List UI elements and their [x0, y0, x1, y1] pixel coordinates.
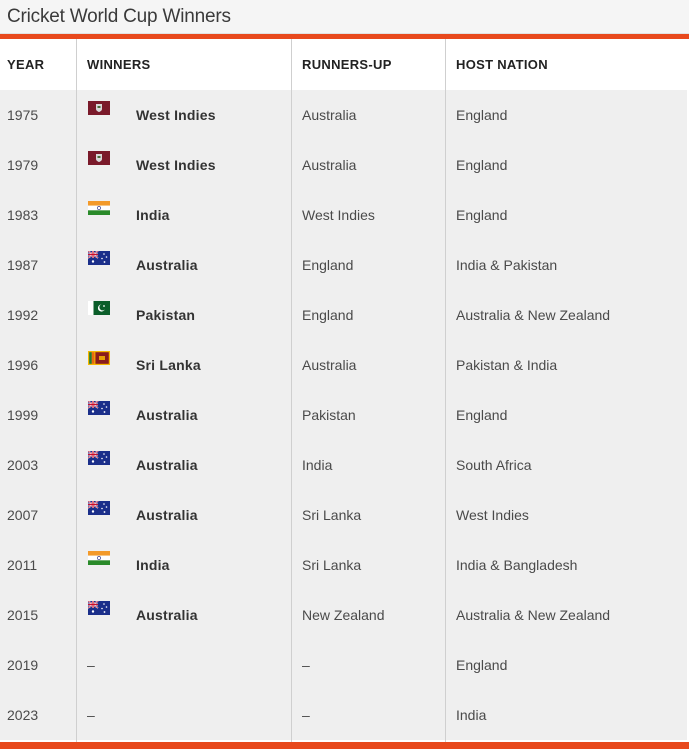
winner-cell: India: [136, 207, 170, 223]
winner-cell: –: [87, 657, 95, 673]
header-host-nation: HOST NATION: [456, 57, 548, 72]
runner-up-cell: England: [302, 257, 354, 273]
winner-cell: West Indies: [136, 107, 216, 123]
year-cell: 2023: [7, 707, 39, 723]
year-cell: 2019: [7, 657, 39, 673]
winner-cell: Australia: [136, 407, 198, 423]
australia-flag-icon: [88, 501, 110, 515]
table-row: 1983 India West Indies England: [0, 190, 687, 240]
table-row: 1987 Australia England India & Pakistan: [0, 240, 687, 290]
pakistan-flag-icon: [88, 301, 110, 315]
sri-lanka-flag-icon: [88, 351, 110, 365]
table-row: 2015 Australia New Zealand Australia & New …: [0, 590, 687, 640]
host-nation-cell: South Africa: [456, 457, 532, 473]
runner-up-cell: –: [302, 657, 310, 673]
winner-cell: Australia: [136, 507, 198, 523]
runner-up-cell: England: [302, 307, 354, 323]
year-cell: 1975: [7, 107, 39, 123]
column-divider: [445, 39, 446, 742]
table-header: YEAR WINNERS RUNNERS-UP HOST NATION: [0, 39, 687, 90]
runner-up-cell: New Zealand: [302, 607, 385, 623]
host-nation-cell: India & Pakistan: [456, 257, 558, 273]
table-row: 2007 Australia Sri Lanka West Indies: [0, 490, 687, 540]
australia-flag-icon: [88, 251, 110, 265]
runner-up-cell: Sri Lanka: [302, 507, 362, 523]
host-nation-cell: England: [456, 157, 508, 173]
year-cell: 2015: [7, 607, 39, 623]
host-nation-cell: England: [456, 107, 508, 123]
host-nation-cell: England: [456, 207, 508, 223]
table-row: 2019 – – England: [0, 640, 687, 690]
india-flag-icon: [88, 551, 110, 565]
winner-cell: India: [136, 557, 170, 573]
header-winners: WINNERS: [87, 57, 151, 72]
host-nation-cell: England: [456, 657, 508, 673]
west-indies-flag-icon: [88, 151, 110, 165]
table-row: 2023 – – India: [0, 690, 687, 740]
year-cell: 1996: [7, 357, 39, 373]
year-cell: 2003: [7, 457, 39, 473]
column-divider: [291, 39, 292, 742]
winner-cell: Pakistan: [136, 307, 196, 323]
runner-up-cell: India: [302, 457, 333, 473]
year-cell: 1983: [7, 207, 39, 223]
table-row: 2011 India Sri Lanka India & Bangladesh: [0, 540, 687, 590]
winner-cell: Australia: [136, 457, 198, 473]
winners-table: YEAR WINNERS RUNNERS-UP HOST NATION 1975…: [0, 39, 687, 742]
table-row: 2003 Australia India South Africa: [0, 440, 687, 490]
host-nation-cell: Australia & New Zealand: [456, 307, 611, 323]
runner-up-cell: –: [302, 707, 310, 723]
host-nation-cell: India & Bangladesh: [456, 557, 578, 573]
host-nation-cell: India: [456, 707, 487, 723]
host-nation-cell: England: [456, 407, 508, 423]
host-nation-cell: Australia & New Zealand: [456, 607, 611, 623]
table-row: 1992 Pakistan England Australia & New Zeala…: [0, 290, 687, 340]
title-bar: Cricket World Cup Winners: [0, 0, 689, 34]
year-cell: 2007: [7, 507, 39, 523]
winner-cell: Sri Lanka: [136, 357, 201, 373]
table-body: 1975 West Indies Australia England 1979 West …: [0, 90, 687, 740]
australia-flag-icon: [88, 451, 110, 465]
year-cell: 1992: [7, 307, 39, 323]
table-row: 1979 West Indies Australia England: [0, 140, 687, 190]
runner-up-cell: Sri Lanka: [302, 557, 362, 573]
runner-up-cell: Pakistan: [302, 407, 356, 423]
west-indies-flag-icon: [88, 101, 110, 115]
header-year: YEAR: [7, 57, 45, 72]
year-cell: 1979: [7, 157, 39, 173]
australia-flag-icon: [88, 601, 110, 615]
accent-rule-bottom: [0, 742, 689, 749]
host-nation-cell: Pakistan & India: [456, 357, 558, 373]
table-row: 1996 Sri Lanka Australia Pakistan & India: [0, 340, 687, 390]
year-cell: 1999: [7, 407, 39, 423]
column-divider: [76, 39, 77, 742]
winner-cell: –: [87, 707, 95, 723]
runner-up-cell: Australia: [302, 157, 357, 173]
table-row: 1999 Australia Pakistan England: [0, 390, 687, 440]
india-flag-icon: [88, 201, 110, 215]
winner-cell: West Indies: [136, 157, 216, 173]
year-cell: 2011: [7, 557, 38, 573]
runner-up-cell: Australia: [302, 357, 357, 373]
table-row: 1975 West Indies Australia England: [0, 90, 687, 140]
header-runners-up: RUNNERS-UP: [302, 57, 392, 72]
winner-cell: Australia: [136, 257, 198, 273]
australia-flag-icon: [88, 401, 110, 415]
year-cell: 1987: [7, 257, 39, 273]
runner-up-cell: Australia: [302, 107, 357, 123]
page-title: Cricket World Cup Winners: [7, 6, 231, 27]
host-nation-cell: West Indies: [456, 507, 529, 523]
runner-up-cell: West Indies: [302, 207, 375, 223]
winner-cell: Australia: [136, 607, 198, 623]
